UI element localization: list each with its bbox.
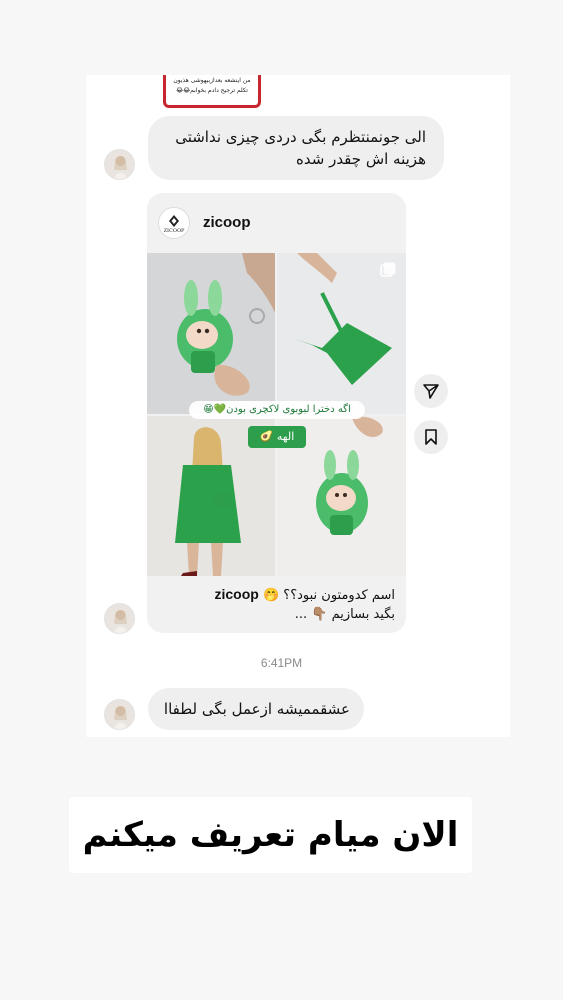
bookmark-icon (425, 429, 437, 445)
post-avatar[interactable]: ZICOOP (158, 207, 190, 239)
caption-username[interactable]: zicoop (214, 586, 258, 602)
message-text: هزینه اش چقدر شده (296, 150, 426, 168)
caption-text: بگید بسازیم 👇🏽 ... (294, 607, 395, 622)
share-button[interactable] (414, 374, 448, 408)
image-banner-text: اگه دخترا لبوبوی لاکچری بودن💚😁 (203, 404, 351, 415)
save-button[interactable] (414, 420, 448, 454)
post-caption: اسم کدومتون نبود؟؟ 🤭 zicoop بگید بسازیم … (159, 585, 395, 625)
logo-text: ZICOOP (163, 228, 185, 234)
post-header[interactable]: ZICOOP zicoop (147, 193, 406, 253)
message-text: الی جونمنتظرم بگی دردی چیزی نداشتی (175, 128, 426, 146)
message-bubble[interactable]: عشقممیشه ازعمل بگی لطفاا (148, 688, 364, 730)
message-bubble[interactable]: الی جونمنتظرم بگی دردی چیزی نداشتی هزینه… (148, 116, 444, 180)
carousel-icon (380, 262, 396, 277)
shared-post[interactable]: ZICOOP zicoop اگه دخترا لبوبوی لاکچری بو… (147, 193, 406, 633)
avatar[interactable] (104, 699, 135, 730)
paper-plane-icon (423, 384, 439, 399)
story-caption-overlay: الان میام تعریف میکنم (69, 797, 472, 873)
avatar[interactable] (104, 149, 135, 180)
quoted-story-reply[interactable]: من اینشعه بعدازبیهوشی هذیون تکلم ترجیح د… (163, 75, 261, 108)
quoted-story-line2: تکلم ترجیح دادم بخوابم😂😂 (176, 87, 248, 94)
quoted-story-line1: من اینشعه بعدازبیهوشی هذیون (173, 77, 251, 84)
image-tag-text: الهه 🥑 (259, 430, 295, 443)
message-text: عشقممیشه ازعمل بگی لطفاا (163, 700, 350, 718)
caption-text: اسم کدومتون نبود؟؟ 🤭 (262, 588, 395, 603)
avatar[interactable] (104, 603, 135, 634)
post-username[interactable]: zicoop (203, 214, 251, 231)
message-timestamp: 6:41PM (260, 656, 303, 670)
